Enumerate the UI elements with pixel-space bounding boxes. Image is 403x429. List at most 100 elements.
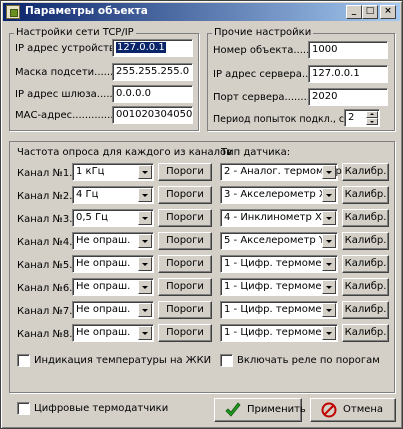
thresholds-button[interactable]: Пороги (158, 278, 212, 296)
channel-frequency-select[interactable]: Не опраш. (72, 324, 154, 342)
sensor-type-select[interactable]: 5 - Акселерометр Y (220, 232, 338, 250)
channel-frequency-select[interactable]: 1 кГц (72, 163, 154, 181)
channel-frequency-value: 0,5 Гц (76, 212, 108, 223)
thresholds-button[interactable]: Пороги (158, 209, 212, 227)
chevron-down-icon[interactable] (138, 188, 152, 202)
thresholds-button[interactable]: Пороги (158, 163, 212, 181)
chevron-down-icon[interactable] (138, 326, 152, 340)
sensor-type-select[interactable]: 1 - Цифр. термометр (220, 301, 338, 319)
channel-frequency-select[interactable]: Не опраш. (72, 232, 154, 250)
sensor-type-value: 1 - Цифр. термометр (224, 327, 334, 338)
channel-frequency-select[interactable]: Не опраш. (72, 301, 154, 319)
sensor-type-select[interactable]: 4 - Инклинометр X (220, 209, 338, 227)
thresholds-button[interactable]: Пороги (158, 186, 212, 204)
network-group-label: Настройки сети TCP/IP (14, 27, 136, 38)
channel-frequency-select[interactable]: Не опраш. (72, 278, 154, 296)
apply-label: Применить (247, 404, 306, 415)
chevron-down-icon[interactable] (322, 234, 336, 248)
chevron-down-icon[interactable] (322, 211, 336, 225)
title-bar[interactable]: Параметры объекта _ □ × (3, 3, 400, 21)
chevron-down-icon[interactable] (138, 165, 152, 179)
channel-frequency-value: Не опраш. (76, 235, 131, 246)
cancel-icon (321, 402, 337, 418)
relay-threshold-label: Включать реле по порогам (237, 355, 380, 366)
channel-frequency-select[interactable]: Не опраш. (72, 255, 154, 273)
cancel-label: Отмена (343, 404, 384, 415)
dialog-window: Параметры объекта _ □ × Настройки сети T… (0, 0, 403, 429)
sensor-type-select[interactable]: 1 - Цифр. термометр (220, 255, 338, 273)
sensor-type-value: 3 - Акселерометр X (224, 189, 326, 200)
frequency-header: Частота опроса для каждого из каналов (17, 147, 232, 158)
calibrate-button[interactable]: Калибр. (342, 255, 389, 273)
chevron-down-icon[interactable] (138, 211, 152, 225)
channel-frequency-value: Не опраш. (76, 281, 131, 292)
calibrate-button[interactable]: Калибр. (342, 186, 389, 204)
spin-up-icon[interactable] (366, 111, 378, 118)
retry-spinner[interactable] (366, 111, 378, 125)
thresholds-button[interactable]: Пороги (158, 301, 212, 319)
server-ip-field[interactable]: 127.0.0.1 (308, 65, 388, 83)
chevron-down-icon[interactable] (138, 234, 152, 248)
object-number-field[interactable]: 1000 (308, 41, 388, 59)
chevron-down-icon[interactable] (322, 303, 336, 317)
calibrate-button[interactable]: Калибр. (342, 301, 389, 319)
channel-frequency-select[interactable]: 0,5 Гц (72, 209, 154, 227)
sensor-type-value: 4 - Инклинометр X (224, 212, 322, 223)
chevron-down-icon[interactable] (322, 326, 336, 340)
calibrate-button[interactable]: Калибр. (342, 324, 389, 342)
mac-address-field[interactable]: 001020304050 (112, 106, 193, 124)
sensor-type-value: 1 - Цифр. термометр (224, 304, 334, 315)
thresholds-button[interactable]: Пороги (158, 255, 212, 273)
channel-frequency-value: Не опраш. (76, 327, 131, 338)
channel-frequency-value: Не опраш. (76, 304, 131, 315)
chevron-down-icon[interactable] (322, 165, 336, 179)
gateway-ip-field[interactable]: 0.0.0.0 (112, 85, 193, 103)
other-group-label: Прочие настройки (212, 27, 314, 38)
lcd-temperature-label: Индикация температуры на ЖКИ (34, 355, 212, 366)
cancel-button[interactable]: Отмена (310, 398, 396, 422)
digital-sensors-checkbox[interactable] (17, 402, 30, 415)
chevron-down-icon[interactable] (322, 188, 336, 202)
sensor-type-value: 1 - Цифр. термометр (224, 281, 334, 292)
device-ip-field[interactable]: 127.0.0.1 (112, 39, 193, 57)
channel-frequency-value: Не опраш. (76, 258, 131, 269)
sensor-type-select[interactable]: 1 - Цифр. термометр (220, 278, 338, 296)
checkmark-icon (225, 402, 241, 417)
chevron-down-icon[interactable] (138, 303, 152, 317)
digital-sensors-label: Цифровые термодатчики (34, 403, 169, 414)
sensor-type-header: Тип датчика: (221, 147, 291, 158)
lcd-temperature-checkbox[interactable] (17, 354, 30, 367)
channel-frequency-value: 1 кГц (76, 166, 105, 177)
window-title: Параметры объекта (25, 5, 148, 17)
subnet-mask-field[interactable]: 255.255.255.0 (112, 63, 193, 81)
sensor-type-value: 5 - Акселерометр Y (224, 235, 326, 246)
retry-period-value: 2 (348, 112, 355, 123)
thresholds-button[interactable]: Пороги (158, 324, 212, 342)
chevron-down-icon[interactable] (138, 257, 152, 271)
relay-threshold-checkbox[interactable] (220, 354, 233, 367)
sensor-type-select[interactable]: 3 - Акселерометр X (220, 186, 338, 204)
sensor-type-select[interactable]: 1 - Цифр. термометр (220, 324, 338, 342)
retry-period-field[interactable]: 2 (344, 109, 380, 127)
chevron-down-icon[interactable] (322, 257, 336, 271)
calibrate-button[interactable]: Калибр. (342, 163, 389, 181)
spin-down-icon[interactable] (366, 118, 378, 125)
server-port-field[interactable]: 2020 (308, 88, 388, 106)
sensor-type-value: 1 - Цифр. термометр (224, 258, 334, 269)
sensor-type-select[interactable]: 2 - Аналог. термометр (220, 163, 342, 181)
calibrate-button[interactable]: Калибр. (342, 232, 389, 250)
apply-button[interactable]: Применить (214, 398, 306, 422)
app-icon (6, 5, 20, 19)
maximize-button[interactable]: □ (362, 5, 378, 19)
thresholds-button[interactable]: Пороги (158, 232, 212, 250)
channel-frequency-value: 4 Гц (76, 189, 99, 200)
chevron-down-icon[interactable] (138, 280, 152, 294)
calibrate-button[interactable]: Калибр. (342, 209, 389, 227)
retry-period-label: Период попыток подкл., сек.. (213, 114, 362, 125)
channel-frequency-select[interactable]: 4 Гц (72, 186, 154, 204)
minimize-button[interactable]: _ (346, 5, 362, 19)
chevron-down-icon[interactable] (322, 280, 336, 294)
close-button[interactable]: × (380, 5, 396, 19)
calibrate-button[interactable]: Калибр. (342, 278, 389, 296)
subnet-mask-label: Маска подсети.......... (15, 67, 126, 78)
